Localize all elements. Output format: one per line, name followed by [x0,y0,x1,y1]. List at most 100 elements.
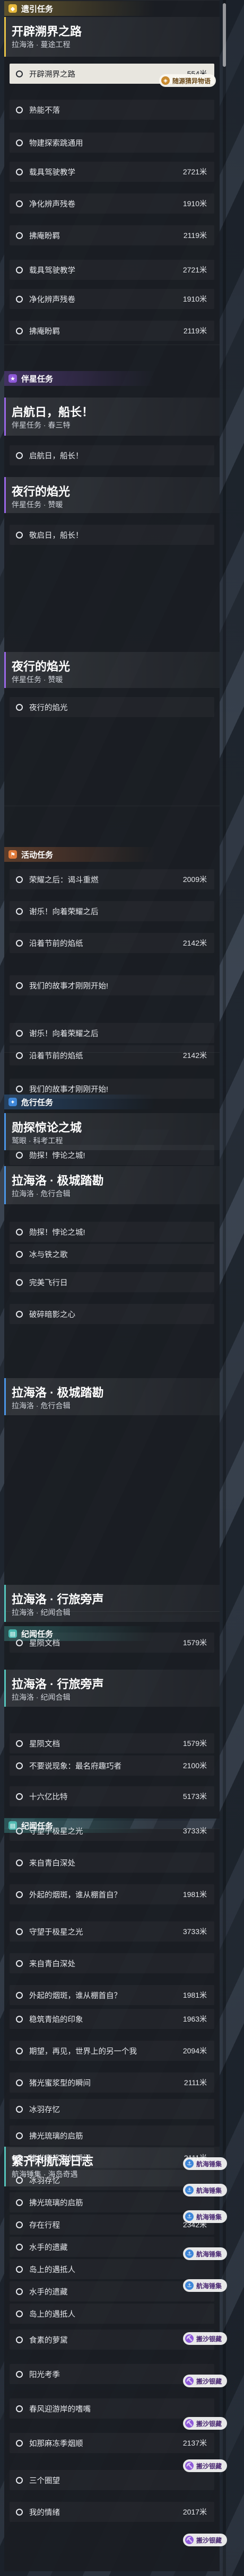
quest-row[interactable]: 载具驾驶教学 2721米 [10,260,214,280]
quest-row[interactable]: 岛上的遇抵人 [10,2304,214,2324]
quest-row[interactable]: 沿着节前的焰纸 2142米 [10,933,214,953]
quest-group-accent [4,477,6,513]
quest-group[interactable]: 启航日，船长！ 伴星任务 · 春三特 [4,398,220,436]
status-ring-icon [16,2243,23,2251]
quest-row-label: 净化辨声残卷 [29,200,75,209]
quest-group-accent [4,1585,6,1622]
quest-row[interactable]: 来自青白深处 [10,1953,214,1973]
quest-row[interactable]: 星陨文档 1579米 [10,1633,214,1653]
quest-row[interactable]: 物建探索跳通用 [10,133,214,153]
quest-row-label: 不要说现象：最名府趣巧者 [29,1762,121,1771]
quest-row[interactable]: 谢乐！向着荣耀之后 [10,901,214,921]
quest-row[interactable]: 如那麻冻季烟顺 2137米 [10,2433,214,2453]
quest-row[interactable]: 沿着节前的焰纸 2142米 [10,1045,214,1065]
quest-tag: ⛏ 搬沙银藏 [183,2459,228,2472]
quest-row[interactable]: 夜行的焰光 [10,697,214,717]
quest-row-distance: 2119米 [183,327,207,335]
quest-row[interactable]: 勋探！悖论之城! [10,1145,214,1165]
quest-row-label: 夜行的焰光 [29,703,68,712]
quest-tag: ◈ 随源猜异物语 [159,74,216,87]
quest-group[interactable]: 夜行的焰光 伴星任务 · 赞暖 [4,477,220,513]
status-ring-icon [16,1310,23,1318]
quest-row-label: 如那麻冻季烟顺 [29,2439,83,2448]
quest-row[interactable]: 守望于极星之光 3733米 [10,1821,214,1841]
quest-row[interactable]: 拂庵盼羁 2119米 [10,321,214,341]
category-label: 伴星任务 [21,374,54,384]
quest-row[interactable]: 启航日，船长！ [10,445,214,465]
quest-row-label: 启航日，船长！ [29,452,83,461]
quest-row[interactable]: 冰羽存忆 [10,2099,214,2119]
category-header[interactable]: ⚑ 活动任务 [4,847,220,862]
quest-row[interactable]: 破碎暗影之心 [10,1304,214,1324]
quest-row[interactable]: 勋探！悖论之城! [10,1222,214,1242]
quest-row[interactable]: 猪光蜜浆型的瞬间 2111米 [10,2072,214,2093]
quest-list-scrollbar-thumb[interactable] [223,3,226,67]
status-ring-icon [16,2154,23,2162]
quest-row[interactable]: 我的情绪 2017米 [10,2502,214,2522]
quest-group[interactable]: 开辟溯界之路 拉海洛 · 蔓途工程 [4,17,220,57]
quest-group[interactable]: 拉海洛 · 极城踏勘 拉海洛 · 危行合辑 [4,1166,220,1204]
category-label: 遗引任务 [21,4,54,14]
quest-row[interactable]: 谢乐！向着荣耀之后 [10,1023,214,1043]
quest-group-subtitle: 拉海洛 · 纪闻合辑 [12,1608,71,1617]
quest-row[interactable]: 冰与铁之歌 [10,1244,214,1264]
shovel-icon: ⛏ [185,2536,194,2544]
status-ring-icon [16,139,23,146]
quest-row-label: 荣耀之后：谒斗重燃 [29,876,99,885]
quest-row[interactable]: 来自青白深处 [10,1852,214,1873]
status-ring-icon [16,2132,23,2139]
quest-row[interactable]: 星陨文档 1579米 [10,1733,214,1753]
quest-row[interactable]: 我们的故事才刚刚开始! [10,975,214,995]
quest-row[interactable]: 期望，再见，世界上的另一个我 2094米 [10,2041,214,2061]
quest-row-label: 载具驾驶教学 [29,168,75,177]
quest-group-title: 拉海洛 · 极城踏勘 [12,1174,104,1187]
status-ring-icon [16,1250,23,1258]
quest-tag: ⚓ 航海锤集 [183,2157,228,2170]
quest-row-label: 三个圈望 [29,2476,60,2485]
quest-row[interactable]: 岛上的遇抵人 [10,2259,214,2279]
quest-row[interactable]: 拂光琉璃的启筋 [10,2192,214,2212]
quest-row[interactable]: 熟能不落 [10,100,214,120]
quest-row-label: 破碎暗影之心 [29,1310,75,1319]
quest-row[interactable]: 净化辨声残卷 1910米 [10,193,214,214]
quest-row[interactable]: 荣耀之后：谒斗重燃 2009米 [10,869,214,889]
quest-row-distance: 1981米 [182,1890,207,1899]
quest-row[interactable]: 稳筑青焰的印象 1963米 [10,2009,214,2029]
quest-row-label: 猪光蜜浆型的瞬间 [29,2079,91,2088]
quest-group[interactable]: 夜行的焰光 伴星任务 · 赞暖 [4,652,220,688]
compass-icon: ✦ [8,1098,17,1106]
category-header[interactable]: ◆ 遗引任务 [4,1,220,16]
quest-row[interactable]: 外起的烟斑，谁从棚首自？ 1981米 [10,1884,214,1904]
quest-row-label: 春风迎游岸的嗜嘴 [29,2405,91,2414]
quest-row[interactable]: 拂光琉璃的启筋 [10,2125,214,2146]
quest-row[interactable]: 守望于极星之光 3733米 [10,1921,214,1942]
status-ring-icon [16,295,23,303]
quest-row[interactable]: 不要说现象：最名府趣巧者 2100米 [10,1755,214,1776]
quest-row-label: 守望于极星之光 [29,1928,83,1937]
status-ring-icon [16,1052,23,1059]
quest-row-label: 冰羽存忆 [29,2105,60,2114]
quest-row-distance: 3733米 [182,1827,207,1835]
category-header[interactable]: ★ 伴星任务 [4,371,220,386]
category-label: 活动任务 [21,850,54,860]
quest-row[interactable]: 十六亿比特 5173米 [10,1786,214,1806]
quest-row[interactable]: 完美飞行日 [10,1272,214,1292]
quest-row[interactable]: 春风迎游岸的嗜嘴 [10,2398,214,2419]
quest-row-label: 拂庵盼羁 [29,327,60,336]
quest-row[interactable]: 三个圈望 [10,2470,214,2490]
quest-group[interactable]: 拉海洛 · 行旅旁声 拉海洛 · 纪闻合辑 [4,1670,220,1707]
quest-row[interactable]: 载具驾驶教学 2721米 [10,162,214,182]
quest-row[interactable]: 拂庵盼羁 2119米 [10,225,214,245]
status-ring-icon [16,2439,23,2447]
quest-group[interactable]: 拉海洛 · 极城踏勘 拉海洛 · 危行合辑 [4,1378,220,1415]
quest-row[interactable]: 外起的烟斑，谁从棚首自？ 1981米 [10,1985,214,2005]
quest-row-distance: 2137米 [182,2439,207,2447]
quest-group[interactable]: 拉海洛 · 行旅旁声 拉海洛 · 纪闻合辑 [4,1585,220,1622]
quest-group-subtitle: 拉海洛 · 纪闻合辑 [12,1693,71,1701]
quest-row[interactable]: 我们的故事才刚刚开始! [10,1079,214,1099]
quest-row[interactable]: 敬启日，船长！ [10,525,214,545]
quest-row-label: 拂光琉璃的启筋 [29,2132,83,2141]
quest-group-subtitle: 伴星任务 · 春三特 [12,421,71,429]
quest-row[interactable]: 净化辨声残卷 1910米 [10,289,214,309]
quest-row-label: 水手的遗藏 [29,2243,68,2252]
